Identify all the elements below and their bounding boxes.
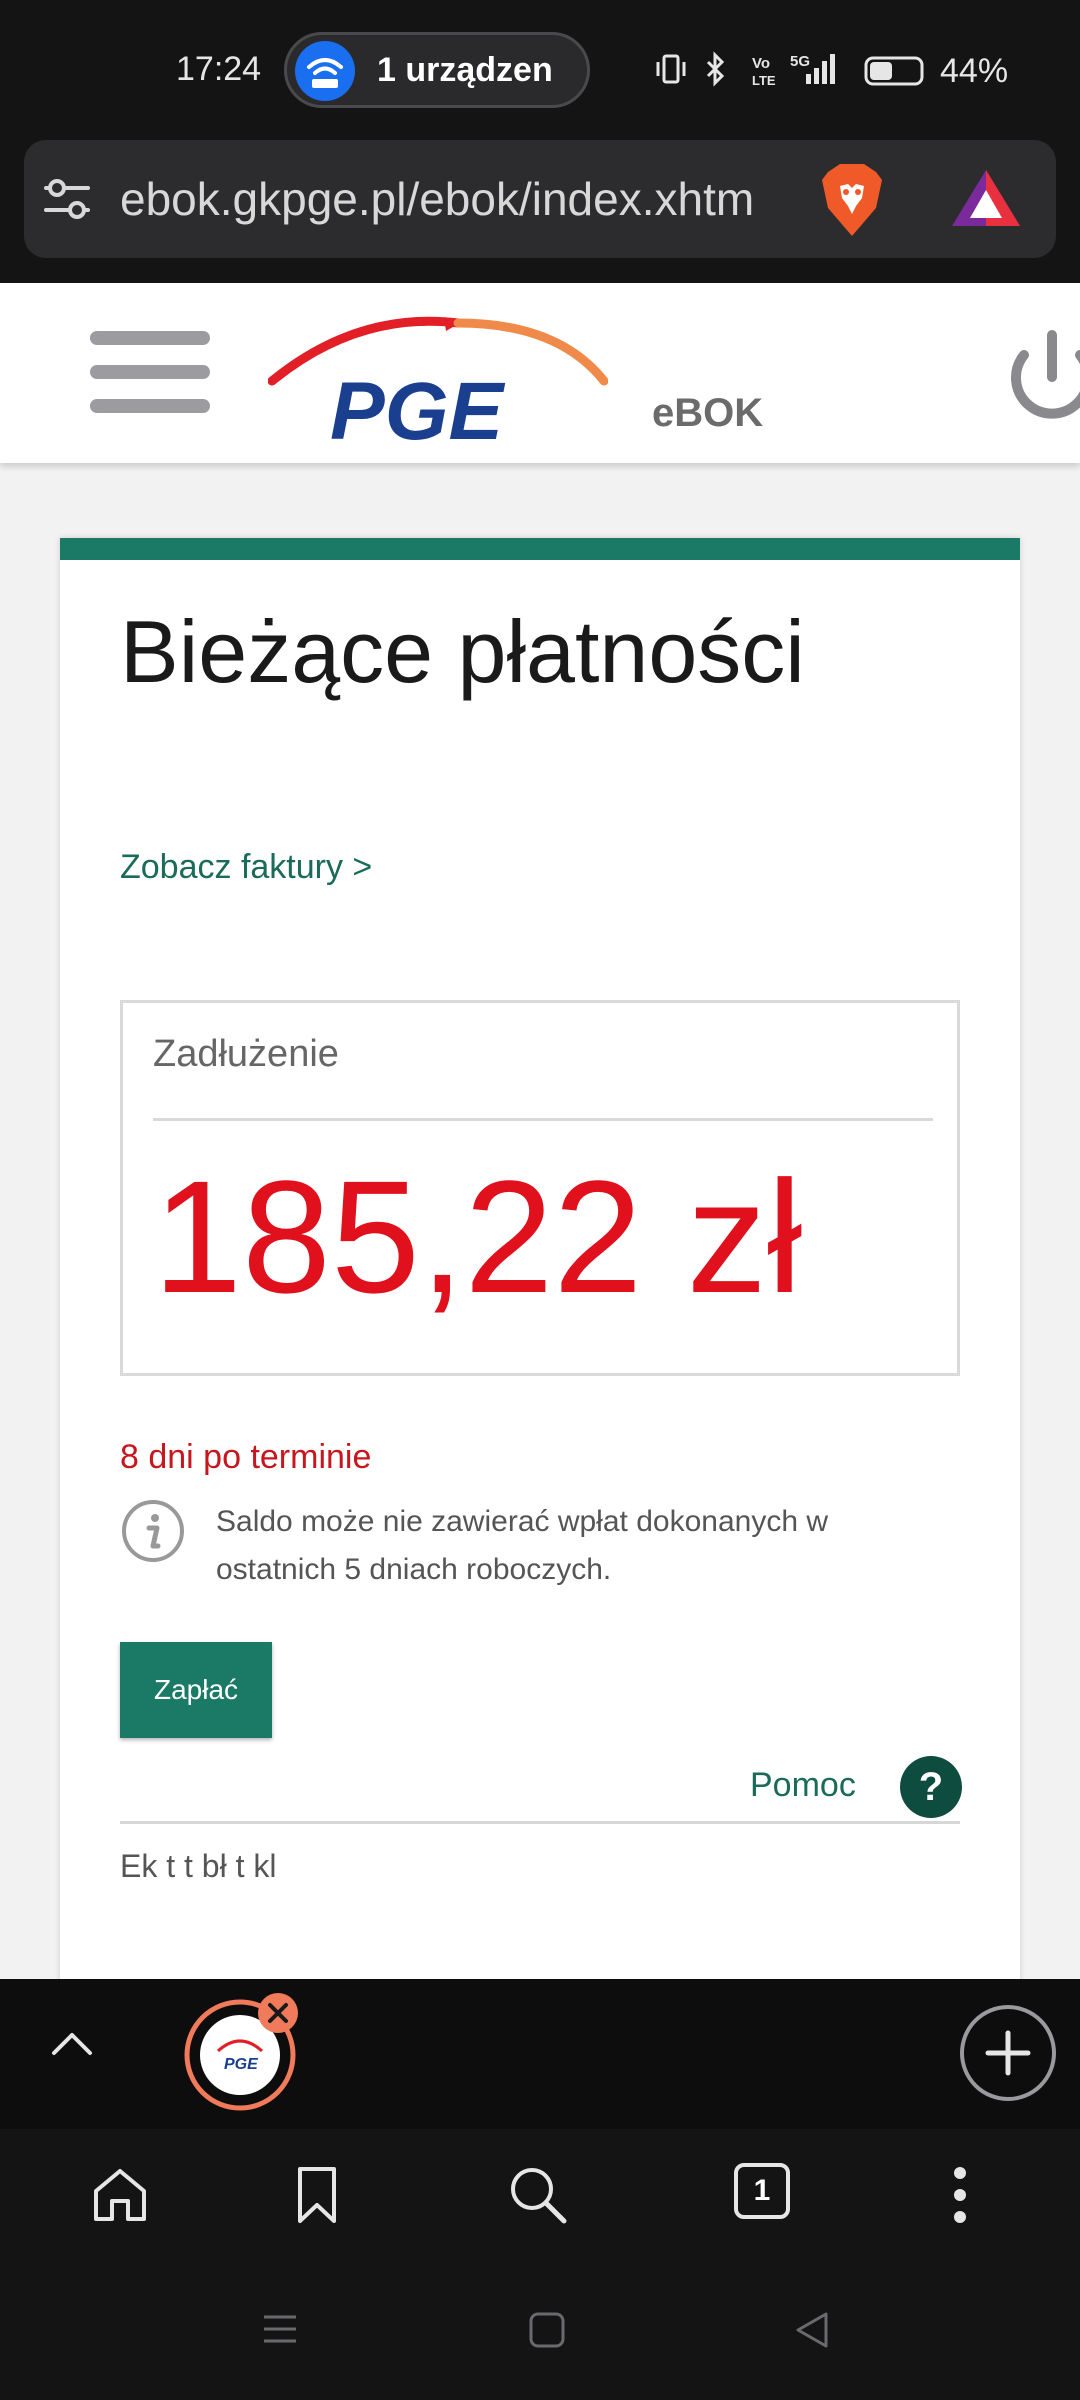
home-button-icon[interactable] xyxy=(528,2311,566,2354)
wifi-hotspot-icon xyxy=(295,41,355,101)
payments-card: Bieżące płatności Zobacz faktury > Zadłu… xyxy=(60,538,1020,1979)
browser-nav-bar: 1 xyxy=(0,2129,1080,2269)
vibrate-icon xyxy=(656,54,686,84)
debt-amount: 185,22 zł xyxy=(153,1147,803,1326)
page-title: Bieżące płatności xyxy=(120,602,805,701)
divider xyxy=(120,1821,960,1824)
browser-toolbar: ebok.gkpge.pl/ebok/index.xhtm xyxy=(0,140,1080,283)
battery-percent: 44% xyxy=(940,52,1009,90)
web-page: PGE eBOK Bieżące płatności Zobacz faktur… xyxy=(0,283,1080,1979)
svg-text:5G: 5G xyxy=(790,53,810,70)
balance-info-text: Saldo może nie zawierać wpłat dokonanych… xyxy=(216,1505,828,1586)
ebok-label: eBOK xyxy=(652,391,764,435)
debt-label: Zadłużenie xyxy=(153,1033,339,1075)
cut-off-text: Ek t t bł t kl xyxy=(120,1848,277,1884)
divider xyxy=(153,1118,933,1121)
site-header: PGE eBOK xyxy=(0,283,1080,463)
recent-apps-icon[interactable] xyxy=(262,2311,298,2352)
site-settings-icon[interactable] xyxy=(42,176,92,227)
status-bar: 17:24 1 urządzen Vo LTE 5G 44% xyxy=(0,0,1080,140)
tab-strip: PGE xyxy=(0,1979,1080,2129)
chevron-up-icon[interactable] xyxy=(48,2021,96,2074)
hotspot-label: 1 urządzen xyxy=(377,51,553,89)
5g-signal-icon: 5G xyxy=(790,53,835,84)
debt-box: Zadłużenie 185,22 zł xyxy=(120,1000,960,1376)
battery-icon xyxy=(864,56,924,86)
info-icon xyxy=(120,1498,186,1564)
bluetooth-icon xyxy=(706,51,725,87)
home-icon[interactable] xyxy=(90,2165,150,2230)
svg-text:PGE: PGE xyxy=(224,2056,259,2073)
help-question-icon[interactable]: ? xyxy=(900,1756,962,1818)
logout-power-icon[interactable] xyxy=(1004,325,1080,430)
brave-rewards-icon[interactable] xyxy=(950,166,1022,235)
url-text[interactable]: ebok.gkpge.pl/ebok/index.xhtm xyxy=(120,172,810,226)
bookmark-icon[interactable] xyxy=(292,2165,342,2230)
back-icon[interactable] xyxy=(794,2311,830,2354)
brave-shields-icon[interactable] xyxy=(816,162,888,243)
svg-text:LTE: LTE xyxy=(752,73,776,88)
pay-button[interactable]: Zapłać xyxy=(120,1642,272,1738)
svg-text:PGE: PGE xyxy=(330,366,505,453)
help-link[interactable]: Pomoc xyxy=(750,1766,856,1805)
search-icon[interactable] xyxy=(506,2163,570,2232)
status-icons: Vo LTE 5G xyxy=(656,50,926,90)
see-invoices-link[interactable]: Zobacz faktury > xyxy=(120,848,372,887)
status-time: 17:24 xyxy=(176,50,262,88)
volte-icon: Vo LTE xyxy=(752,55,776,88)
hotspot-pill[interactable]: 1 urządzen xyxy=(284,32,590,108)
address-bar[interactable]: ebok.gkpge.pl/ebok/index.xhtm xyxy=(24,140,1056,258)
overdue-notice: 8 dni po terminie xyxy=(120,1438,372,1476)
tabs-counter[interactable]: 1 xyxy=(734,2163,790,2219)
system-nav-bar xyxy=(0,2269,1080,2400)
pge-logo[interactable]: PGE xyxy=(267,303,609,458)
svg-text:Vo: Vo xyxy=(752,55,770,72)
new-tab-icon[interactable] xyxy=(958,2003,1058,2108)
card-accent-bar xyxy=(60,538,1020,560)
more-menu-icon[interactable] xyxy=(950,2165,970,2230)
close-tab-icon[interactable] xyxy=(256,1991,300,2040)
